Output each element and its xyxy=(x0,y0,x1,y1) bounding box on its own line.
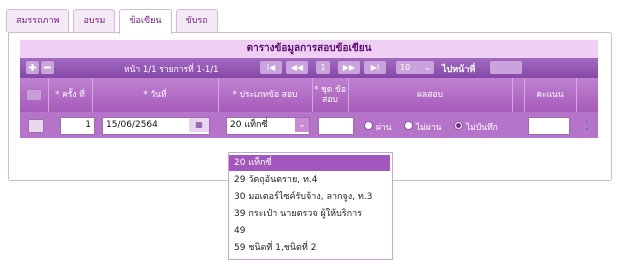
dropdown-option[interactable]: 29 วัตถุอันตราย, ท.4 xyxy=(229,172,390,188)
tab-training[interactable]: อบรม xyxy=(73,9,116,32)
header-select-cell xyxy=(20,78,49,112)
calendar-icon[interactable]: ▦ xyxy=(189,118,209,132)
header-result: ผลสอบ xyxy=(348,78,513,112)
exam-grid: ตารางข้อมูลการสอบข้อเขียน หน้า 1/1 รายกา… xyxy=(20,40,610,166)
radio-selected-dot xyxy=(456,123,461,128)
header-score: คะแนน xyxy=(524,78,577,112)
minus-icon[interactable] xyxy=(41,61,54,74)
tab-fitness[interactable]: สมรรถภาพ xyxy=(6,9,70,32)
row-checkbox[interactable] xyxy=(28,119,44,133)
header-times: * ครั้ง ที่ xyxy=(48,78,93,112)
exam-set-input[interactable] xyxy=(318,117,354,135)
chevron-down-icon: ⌄ xyxy=(295,118,309,132)
date-input[interactable]: 15/06/2564 ▦ xyxy=(102,117,210,135)
header-exam-set: * ชุด ข้อ สอบ xyxy=(312,78,349,112)
current-page-button[interactable]: 1 xyxy=(316,61,330,74)
exam-type-dropdown: 20 แท็กซี่ 29 วัตถุอันตราย, ท.4 30 มอเตอ… xyxy=(228,152,393,260)
goto-page-label: ไปหน้าที่ xyxy=(442,65,476,75)
dropdown-option[interactable]: 39 กระเป๋า นายตรวจ ผู้ให้บริการ xyxy=(229,206,390,222)
header-date: * วันที่ xyxy=(92,78,219,112)
prev-page-button[interactable]: ◀◀ xyxy=(286,61,308,74)
header-actions xyxy=(576,78,598,112)
last-page-button[interactable]: ▶I xyxy=(364,61,386,74)
tab-written-exam[interactable]: ข้อเขียน xyxy=(119,9,172,34)
pager-bar: หน้า 1/1 รายการที่ 1-1/1 I◀ ◀◀ 1 ▶▶ ▶I 1… xyxy=(20,58,598,78)
radio-not-recorded-label: ไม่บันทึก xyxy=(466,123,498,133)
grid-header: * ครั้ง ที่ * วันที่ * ประเภทข้อ สอบ * ช… xyxy=(20,78,598,112)
exam-type-select[interactable]: 20 แท็กซี่ ⌄ xyxy=(226,117,310,135)
page-size-select[interactable]: 10 ⌄ xyxy=(396,61,434,74)
grid-title: ตารางข้อมูลการสอบข้อเขียน xyxy=(20,40,598,59)
dropdown-option[interactable]: 49 xyxy=(229,223,390,239)
radio-pass[interactable] xyxy=(364,121,373,130)
dropdown-option[interactable]: 59 ชนิดที่ 1,ชนิดที่ 2 xyxy=(229,240,390,256)
goto-page-input[interactable] xyxy=(490,61,522,74)
tab-driving[interactable]: ขับรถ xyxy=(175,9,218,32)
row-action-icon[interactable]: ⬩ ⬩ xyxy=(582,118,592,133)
radio-pass-label: ผ่าน xyxy=(376,123,392,133)
header-checkbox[interactable] xyxy=(27,90,41,100)
tab-bar: สมรรถภาพ อบรม ข้อเขียน ขับรถ xyxy=(6,9,218,34)
radio-not-recorded[interactable] xyxy=(454,121,463,130)
dropdown-option[interactable]: 20 แท็กซี่ xyxy=(229,155,390,171)
dropdown-option[interactable]: 30 มอเตอร์ไซค์รับจ้าง, ลากจูง, ท.3 xyxy=(229,189,390,205)
radio-fail[interactable] xyxy=(404,121,413,130)
score-input[interactable] xyxy=(528,117,570,135)
next-page-button[interactable]: ▶▶ xyxy=(338,61,360,74)
page-size-value: 10 xyxy=(400,63,411,72)
table-row: 1 15/06/2564 ▦ 20 แท็กซี่ ⌄ ผ่าน ไม่ผ่าน… xyxy=(20,112,598,138)
first-page-button[interactable]: I◀ xyxy=(260,61,282,74)
times-input[interactable]: 1 xyxy=(60,117,95,135)
pager-info: หน้า 1/1 รายการที่ 1-1/1 xyxy=(124,65,219,75)
radio-fail-label: ไม่ผ่าน xyxy=(416,123,442,133)
plus-icon[interactable] xyxy=(26,61,39,74)
date-value: 15/06/2564 xyxy=(106,120,158,130)
header-exam-type: * ประเภทข้อ สอบ xyxy=(218,78,313,112)
chevron-down-icon: ⌄ xyxy=(424,63,431,72)
exam-type-value: 20 แท็กซี่ xyxy=(230,120,268,130)
